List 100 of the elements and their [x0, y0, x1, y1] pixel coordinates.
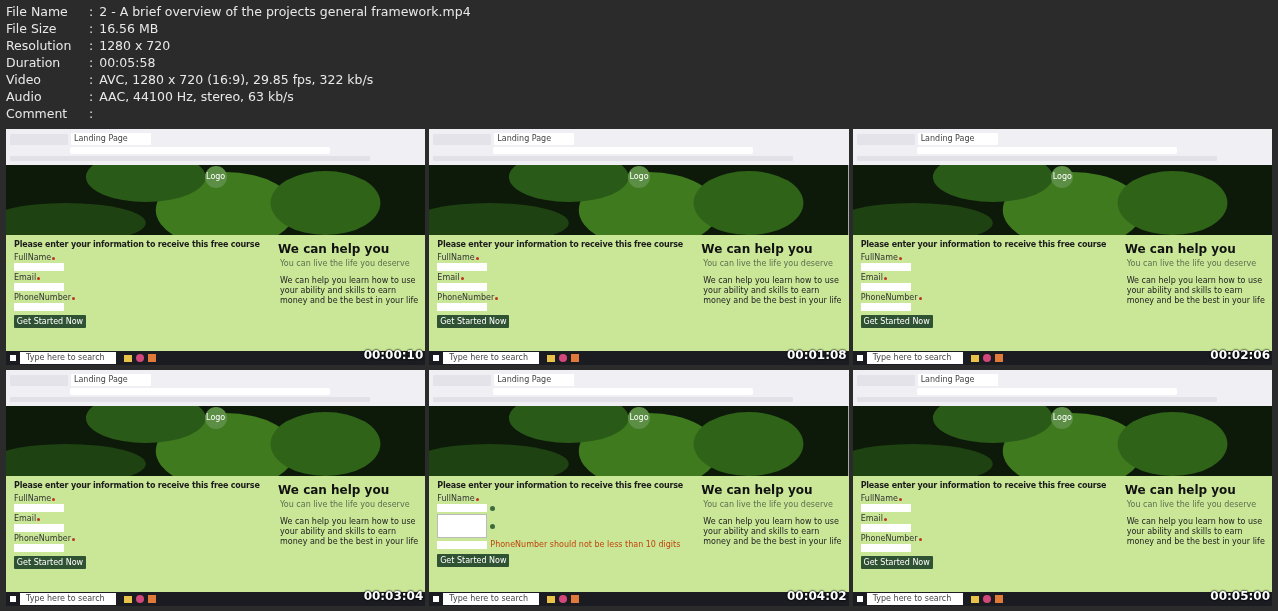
info-label: File Size [6, 20, 58, 37]
field-label: Email [437, 273, 460, 283]
info-value: 16.56 MB [99, 20, 159, 37]
browser-tab[interactable]: Landing Page [917, 133, 998, 145]
input-field[interactable] [860, 544, 911, 552]
start-icon[interactable] [856, 596, 863, 602]
form-title: Please enter your information to receive this free course [14, 240, 260, 250]
headline: We can help you [278, 241, 391, 258]
input-field[interactable] [14, 283, 64, 291]
headline: We can help you [1124, 241, 1237, 258]
input-field[interactable] [437, 283, 488, 291]
start-icon[interactable] [10, 596, 16, 602]
description: We can help you learn how to use your ability and skills to earn money and be the best in your life [280, 517, 420, 547]
form-title: Please enter your information to receive this free course [14, 481, 260, 491]
description: We can help you learn how to use your ability and skills to earn money and be the best in your life [703, 517, 843, 547]
start-icon[interactable] [433, 355, 440, 361]
info-value: 00:05:58 [99, 54, 156, 71]
field-label: FullName [860, 253, 898, 263]
folder-icon[interactable] [124, 354, 132, 362]
input-field[interactable] [14, 504, 64, 512]
browser-tab[interactable]: Landing Page [71, 374, 151, 386]
separator-colon: : [89, 105, 94, 122]
timestamp: 00:04:02 [786, 588, 847, 605]
separator-colon: : [89, 37, 94, 54]
folder-icon[interactable] [547, 595, 556, 603]
browser-tab[interactable]: Landing Page [494, 374, 575, 386]
taskbar-search-field[interactable]: Type here to search [866, 593, 963, 605]
app-icon[interactable] [994, 354, 1003, 362]
get-started-button[interactable]: Get Started Now [860, 315, 933, 328]
field-label: FullName [14, 253, 52, 263]
check-icon [490, 523, 496, 529]
field-label: Email [14, 273, 37, 283]
form-title: Please enter your information to receive this free course [860, 481, 1107, 491]
input-field[interactable] [860, 504, 911, 512]
field-label: Email [860, 273, 883, 283]
field-label: FullName [860, 494, 898, 504]
taskbar-search-field[interactable]: Type here to search [20, 593, 116, 605]
folder-icon[interactable] [547, 354, 556, 362]
taskbar-search-field[interactable]: Type here to search [443, 593, 540, 605]
start-icon[interactable] [856, 355, 863, 361]
separator-colon: : [89, 20, 94, 37]
input-field[interactable] [437, 504, 488, 512]
get-started-button[interactable]: Get Started Now [14, 315, 86, 328]
info-label: Duration [6, 54, 62, 71]
browser-icon[interactable] [136, 595, 144, 603]
app-icon[interactable] [571, 595, 580, 603]
input-field[interactable] [14, 303, 64, 311]
taskbar-search-field[interactable]: Type here to search [20, 352, 116, 364]
info-value: AVC, 1280 x 720 (16:9), 29.85 fps, 322 kb/s [99, 71, 374, 88]
get-started-button[interactable]: Get Started Now [437, 554, 510, 567]
browser-icon[interactable] [136, 354, 144, 362]
timestamp: 00:01:08 [786, 347, 847, 364]
input-field[interactable] [860, 303, 911, 311]
folder-icon[interactable] [970, 595, 979, 603]
input-field[interactable] [860, 524, 911, 532]
separator-colon: : [89, 3, 94, 20]
get-started-button[interactable]: Get Started Now [14, 556, 86, 569]
timestamp: 00:03:04 [363, 588, 424, 605]
app-icon[interactable] [571, 354, 580, 362]
subtitle: You can live the life you deserve [703, 499, 834, 511]
description: We can help you learn how to use your ability and skills to earn money and be the best in your life [1126, 276, 1266, 306]
start-icon[interactable] [10, 355, 16, 361]
input-field[interactable] [14, 263, 64, 271]
input-field[interactable] [437, 541, 488, 549]
headline: We can help you [1124, 482, 1237, 499]
input-field[interactable] [860, 263, 911, 271]
browser-icon[interactable] [559, 354, 568, 362]
browser-tab[interactable]: Landing Page [71, 133, 151, 145]
get-started-button[interactable]: Get Started Now [437, 315, 510, 328]
headline: We can help you [278, 482, 391, 499]
subtitle: You can live the life you deserve [280, 499, 411, 511]
timestamp: 00:00:10 [363, 347, 424, 364]
form-title: Please enter your information to receive this free course [860, 240, 1107, 250]
folder-icon[interactable] [124, 595, 132, 603]
input-field[interactable] [860, 283, 911, 291]
browser-icon[interactable] [982, 354, 991, 362]
field-label: Email [14, 514, 37, 524]
folder-icon[interactable] [970, 354, 979, 362]
browser-tab[interactable]: Landing Page [917, 374, 998, 386]
get-started-button[interactable]: Get Started Now [860, 556, 933, 569]
app-icon[interactable] [994, 595, 1003, 603]
start-icon[interactable] [433, 596, 440, 602]
description: We can help you learn how to use your ability and skills to earn money and be the best in your life [1126, 517, 1266, 547]
field-label: PhoneNumber [437, 293, 495, 303]
input-field[interactable] [14, 524, 64, 532]
info-value: 1280 x 720 [99, 37, 171, 54]
autocomplete-list[interactable] [437, 514, 488, 538]
form-title: Please enter your information to receive this free course [437, 240, 683, 250]
field-label: FullName [437, 253, 475, 263]
timestamp: 00:02:06 [1210, 347, 1270, 364]
taskbar-search-field[interactable]: Type here to search [866, 352, 963, 364]
input-field[interactable] [437, 263, 488, 271]
taskbar-search-field[interactable]: Type here to search [443, 352, 540, 364]
input-field[interactable] [437, 303, 488, 311]
info-value: AAC, 44100 Hz, stereo, 63 kb/s [99, 88, 294, 105]
browser-tab[interactable]: Landing Page [494, 133, 575, 145]
error-message: PhoneNumber should not be less than 10 digits [490, 540, 681, 550]
browser-icon[interactable] [982, 595, 991, 603]
browser-icon[interactable] [559, 595, 568, 603]
input-field[interactable] [14, 544, 64, 552]
